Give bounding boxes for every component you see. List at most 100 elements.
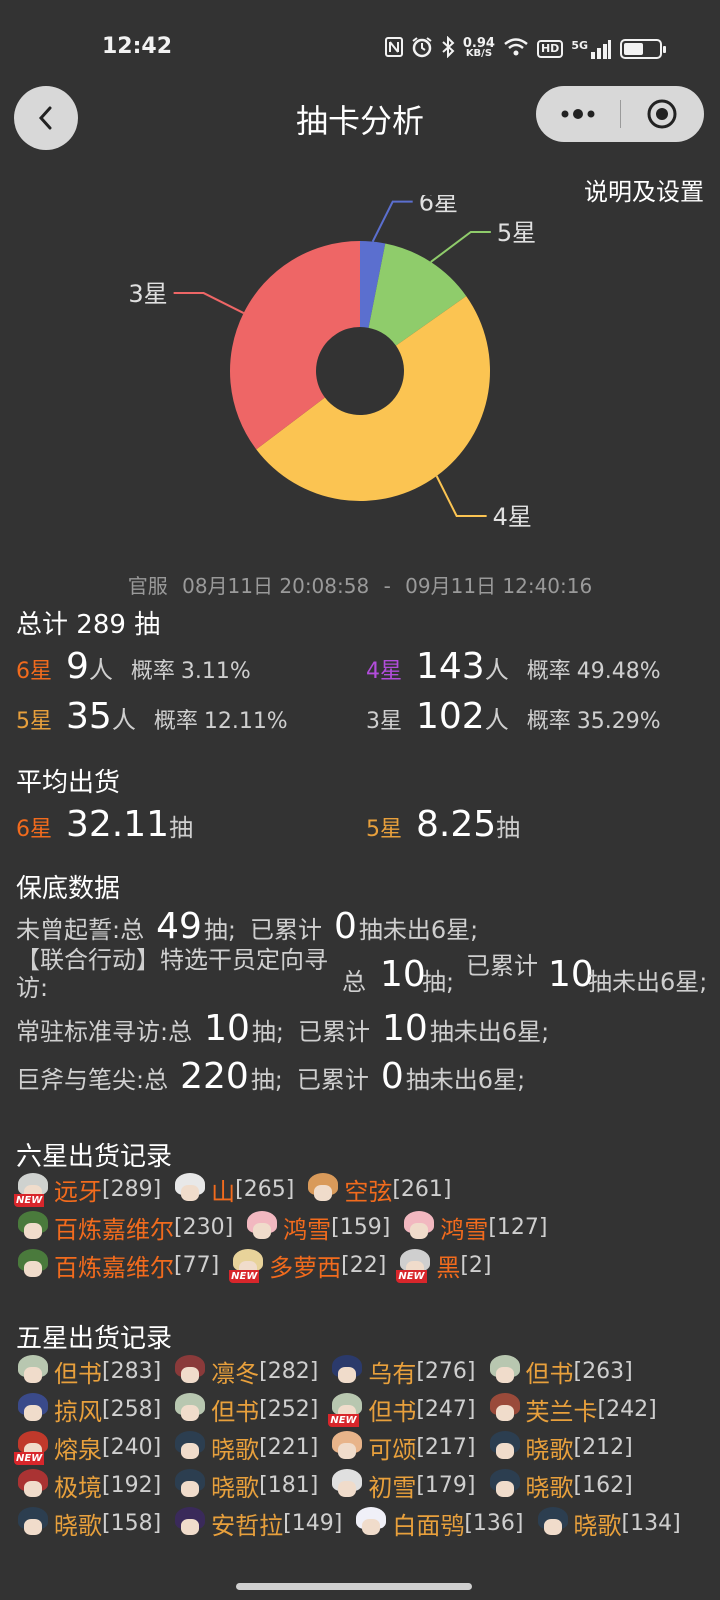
record-item[interactable]: NEW 远牙 [289] [14, 1171, 161, 1207]
not-yet-label: 抽未出6星; [405, 1066, 526, 1094]
star-label: 3星 [366, 709, 402, 734]
record-item[interactable]: 晓歌 [158] [14, 1505, 161, 1541]
banner-accum: 10 [548, 954, 594, 995]
record-item[interactable]: 鸿雪 [127] [400, 1209, 548, 1245]
record-item[interactable]: 掠风 [258] [14, 1391, 161, 1427]
star-label: 5星 [16, 709, 52, 734]
prob-value: 35.29% [576, 709, 661, 734]
operator-name: 白面鸮 [392, 1511, 465, 1540]
operator-avatar [171, 1429, 209, 1465]
new-badge: NEW [229, 1270, 260, 1283]
record-item[interactable]: 初雪 [179] [328, 1467, 476, 1503]
operator-avatar [486, 1467, 524, 1503]
pull-number: [282] [259, 1358, 319, 1384]
pull-number: [127] [488, 1214, 548, 1240]
date-end: 09月11日 12:40:16 [405, 574, 593, 598]
operator-avatar [486, 1391, 524, 1427]
record-item[interactable]: NEW 但书 [247] [328, 1391, 476, 1427]
pull-number: [258] [102, 1396, 162, 1422]
record-item[interactable]: 晓歌 [134] [534, 1505, 681, 1541]
stat-row-4star: 4星 143 人 概率 49.48% [366, 646, 661, 690]
battery-fill [624, 43, 643, 55]
record-item[interactable]: 乌有 [276] [328, 1353, 476, 1389]
pull-number: [179] [416, 1472, 476, 1498]
record-item[interactable]: 凛冬 [282] [171, 1353, 318, 1389]
pull-number: [77] [174, 1252, 220, 1278]
record-row: NEW 远牙 [289] 山 [265] 空弦 [261] [14, 1170, 714, 1208]
person-unit: 人 [484, 706, 509, 734]
network-speed: 0.94 KB/S [463, 37, 495, 59]
operator-name: 鸿雪 [440, 1215, 489, 1244]
pull-number: [230] [174, 1214, 234, 1240]
record-item[interactable]: 但书 [252] [171, 1391, 318, 1427]
operator-avatar [14, 1247, 52, 1283]
record-item[interactable]: NEW 熔泉 [240] [14, 1429, 161, 1465]
average-5star: 5星 8.25 抽 [366, 804, 538, 848]
stat-count: 9 [66, 646, 89, 687]
record-item[interactable]: 百炼嘉维尔 [230] [14, 1209, 233, 1245]
operator-name: 但书 [211, 1397, 260, 1426]
prob-label: 概率 [130, 659, 175, 684]
pie-slice-label: 3星 [128, 280, 167, 308]
record-item[interactable]: 安哲拉 [149] [171, 1505, 342, 1541]
record-item[interactable]: 百炼嘉维尔 [77] [14, 1247, 219, 1283]
banner-total: 10 [204, 1008, 250, 1049]
record-item[interactable]: NEW 多萝西 [22] [229, 1247, 386, 1283]
pull-unit: 抽 [169, 814, 194, 842]
operator-avatar [486, 1429, 524, 1465]
stat-count: 35 [66, 696, 112, 737]
pull-unit: 抽; [250, 1066, 283, 1094]
pull-number: [261] [392, 1176, 452, 1202]
operator-name: 乌有 [368, 1359, 417, 1388]
prob-value: 49.48% [576, 659, 661, 684]
server-label: 官服 [127, 574, 168, 598]
accum-label: 已累计 [296, 1066, 369, 1094]
pull-unit: 抽; [422, 968, 455, 996]
operator-avatar [328, 1429, 366, 1465]
star-distribution-chart: 6星 5星 4星 3星 [0, 189, 720, 535]
banner-total: 220 [180, 1056, 249, 1097]
record-item[interactable]: 白面鸮 [136] [352, 1505, 524, 1541]
operator-name: 晓歌 [211, 1473, 260, 1502]
record-item[interactable]: 极境 [192] [14, 1467, 161, 1503]
operator-avatar: NEW [229, 1247, 267, 1283]
close-miniapp-button[interactable] [621, 86, 705, 142]
pull-number: [240] [102, 1434, 162, 1460]
record-item[interactable]: 芙兰卡 [242] [486, 1391, 657, 1427]
operator-avatar: NEW [396, 1247, 434, 1283]
stat-row-3star: 3星 102 人 概率 35.29% [366, 696, 661, 740]
status-icons: 0.94 KB/S HD 5G [384, 35, 666, 62]
record-item[interactable]: 晓歌 [212] [486, 1429, 633, 1465]
pull-number: [247] [416, 1396, 476, 1422]
record-item[interactable]: 空弦 [261] [304, 1171, 452, 1207]
operator-name: 晓歌 [573, 1511, 622, 1540]
record-item[interactable]: NEW 黑 [2] [396, 1247, 492, 1283]
date-separator: - [383, 574, 391, 598]
battery-icon [620, 39, 666, 59]
average-6star: 6星 32.11 抽 [16, 804, 211, 848]
operator-name: 芙兰卡 [525, 1397, 598, 1426]
record-row: 掠风 [258] 但书 [252] NEW 但书 [247] 芙兰卡 [242] [14, 1390, 714, 1428]
operator-avatar [14, 1353, 52, 1389]
pull-number: [22] [341, 1252, 387, 1278]
banner-name: 常驻标准寻访:总 [16, 1018, 193, 1046]
record-item[interactable]: 但书 [263] [486, 1353, 633, 1389]
operator-name: 但书 [368, 1397, 417, 1426]
operator-name: 空弦 [344, 1177, 393, 1206]
record-item[interactable]: 可颂 [217] [328, 1429, 476, 1465]
operator-name: 百炼嘉维尔 [54, 1215, 174, 1244]
home-indicator[interactable] [236, 1583, 472, 1590]
record-item[interactable]: 鸿雪 [159] [243, 1209, 390, 1245]
pull-number: [158] [102, 1510, 162, 1536]
operator-avatar: NEW [14, 1171, 52, 1207]
record-item[interactable]: 晓歌 [181] [171, 1467, 318, 1503]
record-item[interactable]: 山 [265] [171, 1171, 294, 1207]
speed-unit: KB/S [465, 48, 493, 59]
more-button[interactable] [536, 86, 620, 142]
record-item[interactable]: 晓歌 [221] [171, 1429, 318, 1465]
operator-avatar [352, 1505, 390, 1541]
star-label: 5星 [366, 817, 402, 842]
record-item[interactable]: 但书 [283] [14, 1353, 161, 1389]
banner-accum: 10 [382, 1008, 428, 1049]
record-item[interactable]: 晓歌 [162] [486, 1467, 633, 1503]
